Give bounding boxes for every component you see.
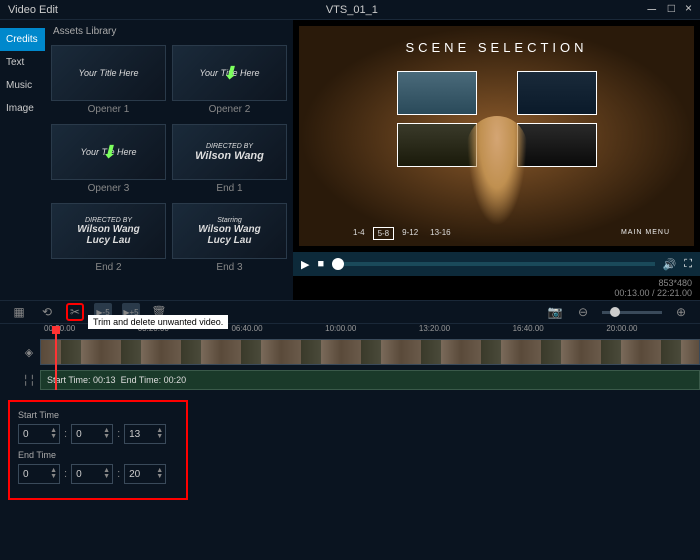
trim-tooltip: Trim and delete unwanted video. <box>88 315 228 329</box>
scene-thumb <box>517 123 597 167</box>
crop-icon[interactable]: ▦ <box>10 303 28 321</box>
timeline-playhead[interactable] <box>52 326 60 334</box>
sidebar-tab-music[interactable]: Music <box>0 74 45 97</box>
volume-icon[interactable]: 🔊 <box>663 258 677 271</box>
zoom-knob[interactable] <box>610 307 620 317</box>
asset-label: End 2 <box>51 259 166 276</box>
seek-track[interactable] <box>332 262 654 266</box>
end-sec-input[interactable]: 20▲▼ <box>124 464 166 484</box>
end-time-label: End Time <box>18 450 178 460</box>
track-visibility-icon[interactable]: ◈ <box>18 346 40 359</box>
start-sec-input[interactable]: 13▲▼ <box>124 424 166 444</box>
maximize-button[interactable]: □ <box>668 1 675 18</box>
asset-label: End 1 <box>172 180 287 197</box>
sidebar-tab-image[interactable]: Image <box>0 97 45 120</box>
scene-selection-title: SCENE SELECTION <box>405 40 587 55</box>
trim-icon[interactable]: ✂ <box>66 303 84 321</box>
play-button[interactable]: ▶ <box>301 258 309 271</box>
video-track[interactable] <box>40 339 700 365</box>
trim-end-label: End Time: 00:20 <box>121 375 187 385</box>
seek-playhead[interactable] <box>332 258 344 270</box>
sidebar-tab-credits[interactable]: Credits <box>0 28 45 51</box>
main-menu-label: MAIN MENU <box>621 229 670 236</box>
sidebar: Credits Text Music Image <box>0 20 45 300</box>
close-button[interactable]: × <box>685 1 692 18</box>
snapshot-icon[interactable]: 📷 <box>546 303 564 321</box>
asset-thumbnail[interactable]: Your Title Here⬇ <box>172 45 287 101</box>
asset-thumbnail[interactable]: StarringWilson Wang Lucy Lau <box>172 203 287 259</box>
trim-range-bar[interactable]: Start Time: 00:13 End Time: 00:20 <box>40 370 700 390</box>
asset-label: Opener 1 <box>51 101 166 118</box>
asset-thumbnail[interactable]: Your T e Here⬇ <box>51 124 166 180</box>
preview-viewport[interactable]: SCENE SELECTION 1-45-89-1213-16 MAIN MEN… <box>299 26 694 246</box>
asset-label: End 3 <box>172 259 287 276</box>
figure-silhouette <box>467 116 527 226</box>
asset-thumbnail[interactable]: Your Title Here <box>51 45 166 101</box>
app-title: Video Edit <box>8 4 58 16</box>
trim-start-label: Start Time: 00:13 <box>47 375 116 385</box>
asset-thumbnail[interactable]: DIRECTED BYWilson Wang Lucy Lau <box>51 203 166 259</box>
download-icon[interactable]: ⬇ <box>222 63 237 84</box>
minimize-button[interactable]: － <box>646 1 658 18</box>
library-header: Assets Library <box>49 20 289 43</box>
fullscreen-icon[interactable]: ⛶ <box>684 258 692 271</box>
start-min-input[interactable]: 0▲▼ <box>71 424 113 444</box>
asset-label: Opener 3 <box>51 180 166 197</box>
start-time-label: Start Time <box>18 410 178 420</box>
zoom-out-icon[interactable]: ⊖ <box>574 303 592 321</box>
document-name: VTS_01_1 <box>58 4 646 16</box>
trim-track-icon[interactable]: ╎╎ <box>18 374 40 387</box>
stop-button[interactable]: ■ <box>317 258 324 270</box>
asset-thumbnail[interactable]: DIRECTED BYWilson Wang <box>172 124 287 180</box>
zoom-in-icon[interactable]: ⊕ <box>672 303 690 321</box>
asset-label: Opener 2 <box>172 101 287 118</box>
scene-thumb <box>397 123 477 167</box>
end-hour-input[interactable]: 0▲▼ <box>18 464 60 484</box>
time-edit-panel: Start Time 0▲▼ : 0▲▼ : 13▲▼ End Time 0▲▼… <box>8 400 188 500</box>
scene-thumb <box>517 71 597 115</box>
sidebar-tab-text[interactable]: Text <box>0 51 45 74</box>
zoom-slider[interactable] <box>602 311 662 314</box>
download-icon[interactable]: ⬇ <box>101 142 116 163</box>
end-min-input[interactable]: 0▲▼ <box>71 464 113 484</box>
rotate-icon[interactable]: ⟲ <box>38 303 56 321</box>
start-hour-input[interactable]: 0▲▼ <box>18 424 60 444</box>
resolution-label: 853*480 <box>658 278 692 288</box>
timecode-label: 00:13.00 / 22:21.00 <box>614 288 692 298</box>
chapter-nav: 1-45-89-1213-16 <box>349 227 455 240</box>
scene-thumb <box>397 71 477 115</box>
